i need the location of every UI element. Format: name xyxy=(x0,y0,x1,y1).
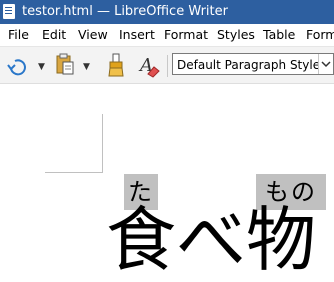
paragraph-style-combobox[interactable]: Default Paragraph Style xyxy=(172,53,334,75)
paste-icon[interactable] xyxy=(54,53,76,77)
body-text: 食べ物 xyxy=(106,199,316,281)
writer-app-icon xyxy=(3,4,15,19)
menu-styles[interactable]: Styles xyxy=(217,27,255,43)
paragraph-style-value[interactable]: Default Paragraph Style xyxy=(177,57,320,73)
menu-table[interactable]: Table xyxy=(263,27,295,43)
undo-icon[interactable] xyxy=(6,56,28,76)
menu-view[interactable]: View xyxy=(78,27,108,43)
document-area[interactable]: た もの 食べ物 xyxy=(0,84,334,282)
clear-formatting-icon[interactable]: A xyxy=(138,54,162,78)
menu-form[interactable]: Form xyxy=(306,27,334,43)
menu-bar: File Edit View Insert Format Styles Tabl… xyxy=(0,24,334,47)
chevron-down-icon[interactable] xyxy=(319,54,333,74)
toolbar-separator xyxy=(167,55,168,77)
window-title: testor.html — LibreOffice Writer xyxy=(22,4,228,19)
clone-formatting-icon[interactable] xyxy=(106,52,126,78)
page-margin-corner-vertical xyxy=(102,114,103,173)
page-margin-corner-horizontal xyxy=(45,172,103,173)
menu-file[interactable]: File xyxy=(8,27,29,43)
paste-dropdown-chevron-down-icon[interactable]: ▼ xyxy=(83,62,90,72)
paragraph-style-dropdown[interactable] xyxy=(318,54,333,74)
undo-dropdown-chevron-down-icon[interactable]: ▼ xyxy=(38,62,45,72)
menu-edit[interactable]: Edit xyxy=(42,27,66,43)
title-bar: testor.html — LibreOffice Writer xyxy=(0,0,334,24)
menu-insert[interactable]: Insert xyxy=(119,27,155,43)
menu-format[interactable]: Format xyxy=(164,27,208,43)
